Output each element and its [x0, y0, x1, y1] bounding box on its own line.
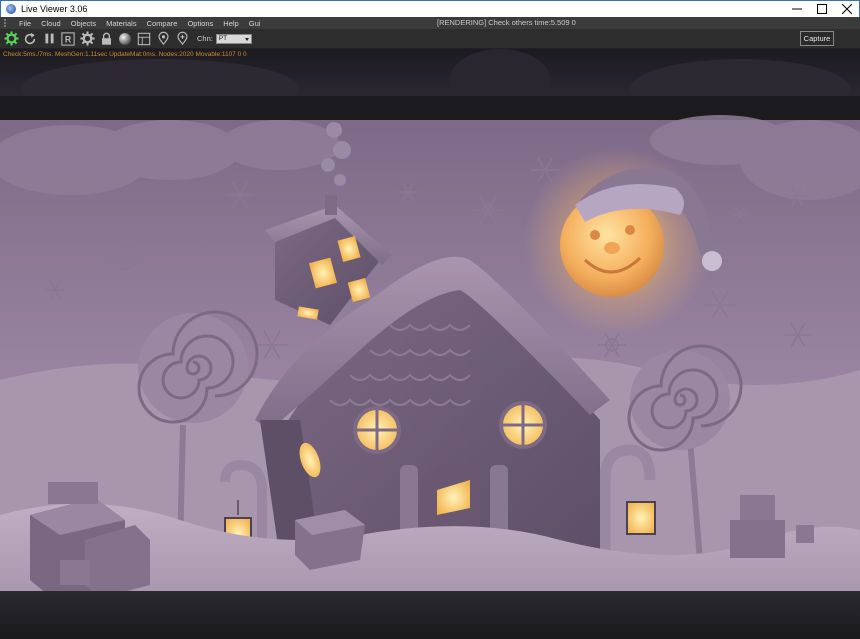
channel-label: Chn:: [197, 34, 213, 43]
maximize-icon: [816, 4, 827, 14]
close-icon: [841, 4, 852, 14]
settings-button[interactable]: [79, 31, 95, 47]
house-window-right: [499, 401, 547, 449]
channel-select[interactable]: PT: [215, 33, 252, 44]
window-title: Live Viewer 3.06: [21, 4, 88, 14]
gear-icon: [79, 31, 95, 46]
minimize-icon: [791, 8, 802, 10]
pick-focus-button[interactable]: [155, 31, 171, 47]
material-ball-button[interactable]: [117, 31, 133, 47]
render-viewport[interactable]: Check:5ms./7ms. MeshGen:1.11sec UpdateMa…: [0, 49, 860, 639]
toolbar: R Chn: PT Capture: [0, 29, 860, 49]
capture-button[interactable]: Capture: [800, 31, 834, 46]
menu-objects[interactable]: Objects: [66, 19, 101, 28]
menu-bar: File Cloud Objects Materials Compare Opt…: [0, 17, 860, 29]
maximize-button[interactable]: [809, 1, 834, 17]
menu-cloud[interactable]: Cloud: [36, 19, 66, 28]
render-status: [RENDERING] Check others time:5.509 0: [437, 18, 576, 27]
render-info-text: Check:5ms./7ms. MeshGen:1.11sec UpdateMa…: [3, 51, 247, 58]
channel-select-value: PT: [218, 35, 228, 42]
lock-icon: [101, 32, 111, 45]
lock-button[interactable]: [98, 31, 114, 47]
refresh-icon: [24, 32, 36, 44]
menu-compare[interactable]: Compare: [142, 19, 183, 28]
map-pin-plus-icon: [176, 31, 188, 46]
menu-help[interactable]: Help: [218, 19, 243, 28]
refresh-button[interactable]: [22, 31, 38, 47]
material-sphere-icon: [119, 32, 131, 45]
pause-button[interactable]: [41, 31, 57, 47]
app-logo-icon: [6, 4, 16, 14]
close-button[interactable]: [834, 1, 859, 17]
region-r-icon: R: [61, 31, 75, 46]
house-window-left: [353, 406, 401, 454]
gear-green-icon: [3, 31, 19, 46]
svg-text:R: R: [65, 34, 72, 44]
minimize-button[interactable]: [784, 1, 809, 17]
rendered-scene: [0, 115, 860, 615]
render-start-button[interactable]: [3, 31, 19, 47]
gift-boxes-middle: [295, 510, 365, 570]
layout-button[interactable]: [136, 31, 152, 47]
menu-options[interactable]: Options: [182, 19, 218, 28]
pick-material-button[interactable]: [174, 31, 190, 47]
map-pin-icon: [157, 31, 169, 46]
pause-icon: [44, 33, 54, 44]
menu-grip-icon[interactable]: [4, 19, 12, 27]
menu-materials[interactable]: Materials: [101, 19, 141, 28]
layout-panel-icon: [137, 32, 151, 45]
chevron-down-icon: [244, 37, 249, 41]
viewport-bottom-band: [0, 591, 860, 639]
title-bar: Live Viewer 3.06: [0, 0, 860, 17]
menu-gui[interactable]: Gui: [244, 19, 266, 28]
menu-file[interactable]: File: [14, 19, 36, 28]
region-render-button[interactable]: R: [60, 31, 76, 47]
